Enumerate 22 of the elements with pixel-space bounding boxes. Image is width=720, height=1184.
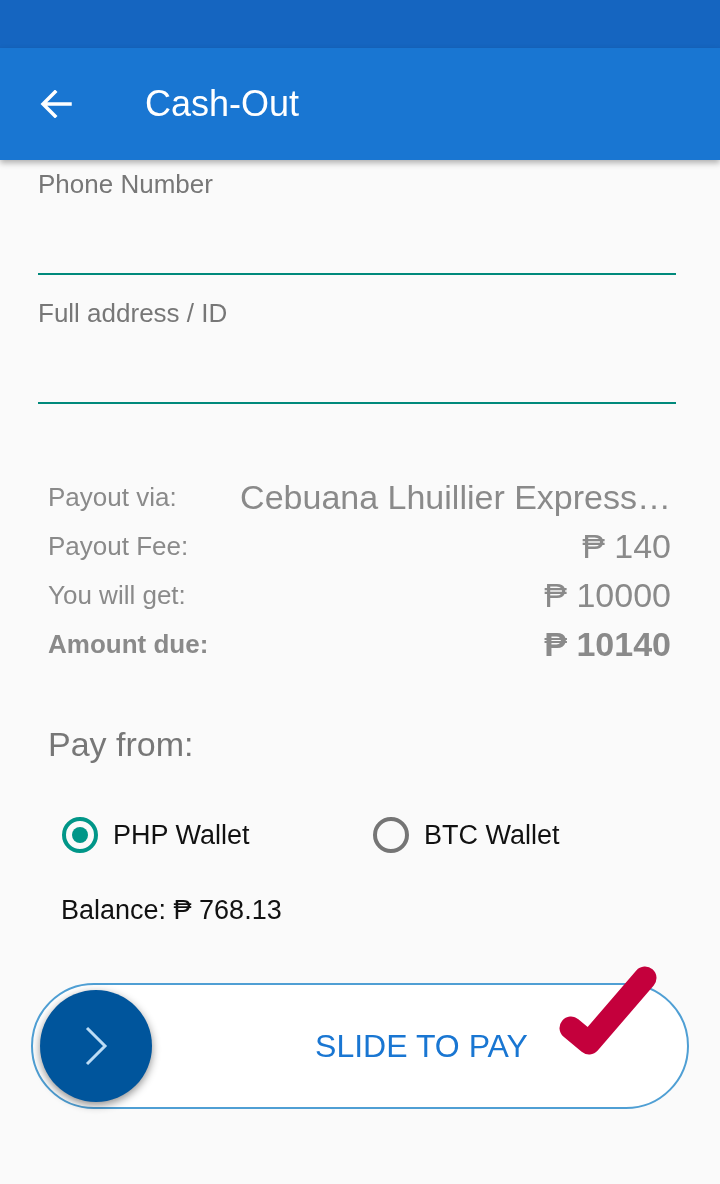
slider-label: SLIDE TO PAY bbox=[314, 1027, 529, 1065]
text-field[interactable]: Full address / ID bbox=[38, 299, 676, 404]
summary-label: Payout Fee: bbox=[48, 531, 189, 562]
radio-option[interactable]: PHP Wallet bbox=[62, 817, 250, 853]
summary-value: ₱ 140 bbox=[582, 527, 671, 566]
summary-label: Payout via: bbox=[48, 482, 177, 513]
slider-thumb[interactable] bbox=[40, 990, 152, 1102]
summary-value: Cebuana Lhuillier Express… bbox=[240, 478, 671, 517]
summary-label: You will get: bbox=[48, 580, 186, 611]
check-mark-icon bbox=[559, 966, 657, 1055]
chevron-right-icon bbox=[84, 1025, 108, 1067]
section-heading: Pay from: bbox=[48, 724, 194, 764]
slider-track[interactable]: SLIDE TO PAY bbox=[31, 983, 689, 1109]
summary-value: ₱ 10000 bbox=[544, 576, 671, 615]
radio-option[interactable]: BTC Wallet bbox=[373, 817, 560, 853]
text-field[interactable]: Phone Number bbox=[38, 170, 676, 275]
balance-text: Balance: ₱ 768.13 bbox=[61, 894, 282, 926]
back-arrow-icon bbox=[40, 90, 72, 118]
summary-label: Amount due: bbox=[48, 629, 209, 660]
summary-value: ₱ 10140 bbox=[544, 625, 671, 664]
back-button[interactable] bbox=[40, 90, 72, 118]
screen-title: Cash-Out bbox=[145, 83, 300, 125]
